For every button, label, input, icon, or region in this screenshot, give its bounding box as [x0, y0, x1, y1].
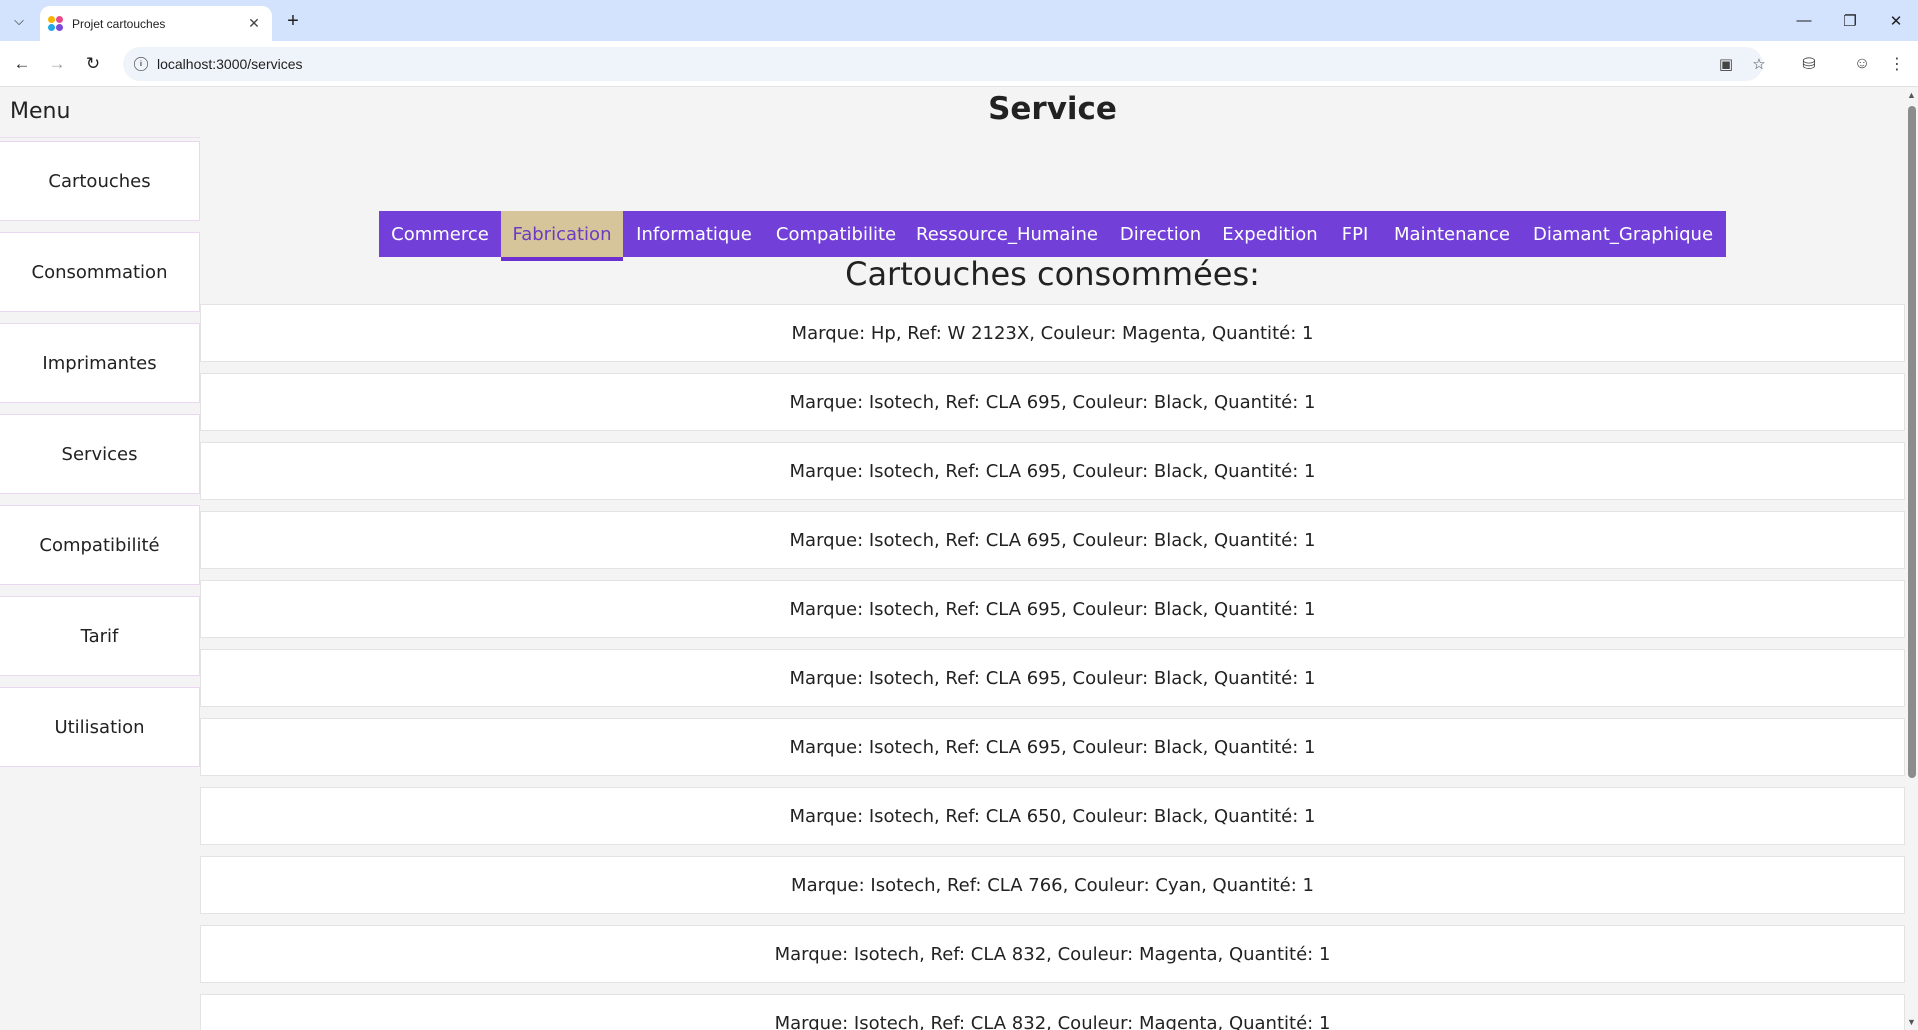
- list-item: Marque: Isotech, Ref: CLA 766, Couleur: …: [200, 856, 1905, 914]
- restore-icon[interactable]: ❐: [1828, 0, 1872, 41]
- url-text[interactable]: localhost:3000/services: [157, 56, 303, 72]
- scroll-down-arrow-icon[interactable]: ▼: [1907, 1017, 1916, 1027]
- scrollbar-thumb[interactable]: [1908, 106, 1916, 778]
- info-icon[interactable]: i: [134, 57, 148, 71]
- puzzle-icon[interactable]: ⛁: [1797, 52, 1821, 76]
- list-item: Marque: Hp, Ref: W 2123X, Couleur: Magen…: [200, 304, 1905, 362]
- tab-title: Projet cartouches: [72, 16, 166, 31]
- chevron-down-icon[interactable]: ⌵: [6, 8, 32, 34]
- kebab-menu-icon[interactable]: ⋮: [1885, 52, 1909, 76]
- tab-diamant-graphique[interactable]: Diamant_Graphique: [1520, 211, 1726, 257]
- favicon-icon: [48, 15, 64, 32]
- tab-expedition[interactable]: Expedition: [1214, 211, 1326, 257]
- forward-arrow-icon[interactable]: →: [43, 50, 71, 78]
- list-item: Marque: Isotech, Ref: CLA 695, Couleur: …: [200, 649, 1905, 707]
- sidebar-item-compatibilite[interactable]: Compatibilité: [0, 505, 200, 585]
- list-item: Marque: Isotech, Ref: CLA 695, Couleur: …: [200, 511, 1905, 569]
- scroll-up-arrow-icon[interactable]: ▲: [1907, 90, 1916, 100]
- star-icon[interactable]: ☆: [1749, 54, 1769, 74]
- sidebar-item-cartouches[interactable]: Cartouches: [0, 141, 200, 221]
- sidebar-item-imprimantes[interactable]: Imprimantes: [0, 323, 200, 403]
- tab-commerce[interactable]: Commerce: [379, 211, 501, 257]
- tab-fpi[interactable]: FPI: [1326, 211, 1384, 257]
- address-bar[interactable]: i localhost:3000/services ▣ ☆: [123, 47, 1766, 81]
- list-item: Marque: Isotech, Ref: CLA 695, Couleur: …: [200, 442, 1905, 500]
- page-title: Service: [988, 91, 1117, 127]
- tab-maintenance[interactable]: Maintenance: [1384, 211, 1520, 257]
- browser-tab[interactable]: Projet cartouches ✕: [40, 6, 272, 41]
- page-scrollbar[interactable]: ▲ ▼: [1905, 87, 1918, 1030]
- reload-icon[interactable]: ↻: [79, 50, 107, 78]
- minimize-icon[interactable]: —: [1782, 0, 1826, 41]
- list-item: Marque: Isotech, Ref: CLA 650, Couleur: …: [200, 787, 1905, 845]
- install-app-icon[interactable]: ▣: [1716, 54, 1736, 74]
- tab-fabrication[interactable]: Fabrication: [501, 211, 623, 257]
- back-arrow-icon[interactable]: ←: [8, 50, 36, 78]
- divider: [0, 137, 200, 138]
- main-content: Service Commerce Fabrication Informatiqu…: [200, 87, 1905, 1030]
- menu-title: Menu: [10, 99, 71, 124]
- plus-icon[interactable]: +: [280, 8, 306, 34]
- sidebar: Menu Cartouches Consommation Imprimantes…: [0, 87, 200, 1030]
- tab-ressource-humaine[interactable]: Ressource_Humaine: [907, 211, 1107, 257]
- browser-toolbar: ← → ↻ i localhost:3000/services ▣ ☆ ⛁ ☺ …: [0, 41, 1918, 87]
- list-item: Marque: Isotech, Ref: CLA 695, Couleur: …: [200, 718, 1905, 776]
- window-close-icon[interactable]: ✕: [1874, 0, 1918, 41]
- sidebar-item-utilisation[interactable]: Utilisation: [0, 687, 200, 767]
- tab-informatique[interactable]: Informatique: [623, 211, 765, 257]
- sidebar-item-tarif[interactable]: Tarif: [0, 596, 200, 676]
- tab-compatibilite[interactable]: Compatibilite: [765, 211, 907, 257]
- list-item: Marque: Isotech, Ref: CLA 832, Couleur: …: [200, 925, 1905, 983]
- sidebar-item-consommation[interactable]: Consommation: [0, 232, 200, 312]
- service-tab-bar: Commerce Fabrication Informatique Compat…: [379, 211, 1726, 257]
- list-item: Marque: Isotech, Ref: CLA 695, Couleur: …: [200, 373, 1905, 431]
- browser-tabstrip: ⌵ Projet cartouches ✕ + — ❐ ✕: [0, 0, 1918, 41]
- profile-icon[interactable]: ☺: [1850, 52, 1874, 76]
- list-item: Marque: Isotech, Ref: CLA 832, Couleur: …: [200, 994, 1905, 1030]
- tab-direction[interactable]: Direction: [1107, 211, 1214, 257]
- page-viewport: Menu Cartouches Consommation Imprimantes…: [0, 87, 1918, 1030]
- close-icon[interactable]: ✕: [244, 14, 264, 34]
- list-item: Marque: Isotech, Ref: CLA 695, Couleur: …: [200, 580, 1905, 638]
- sidebar-item-services[interactable]: Services: [0, 414, 200, 494]
- section-title: Cartouches consommées:: [845, 255, 1260, 293]
